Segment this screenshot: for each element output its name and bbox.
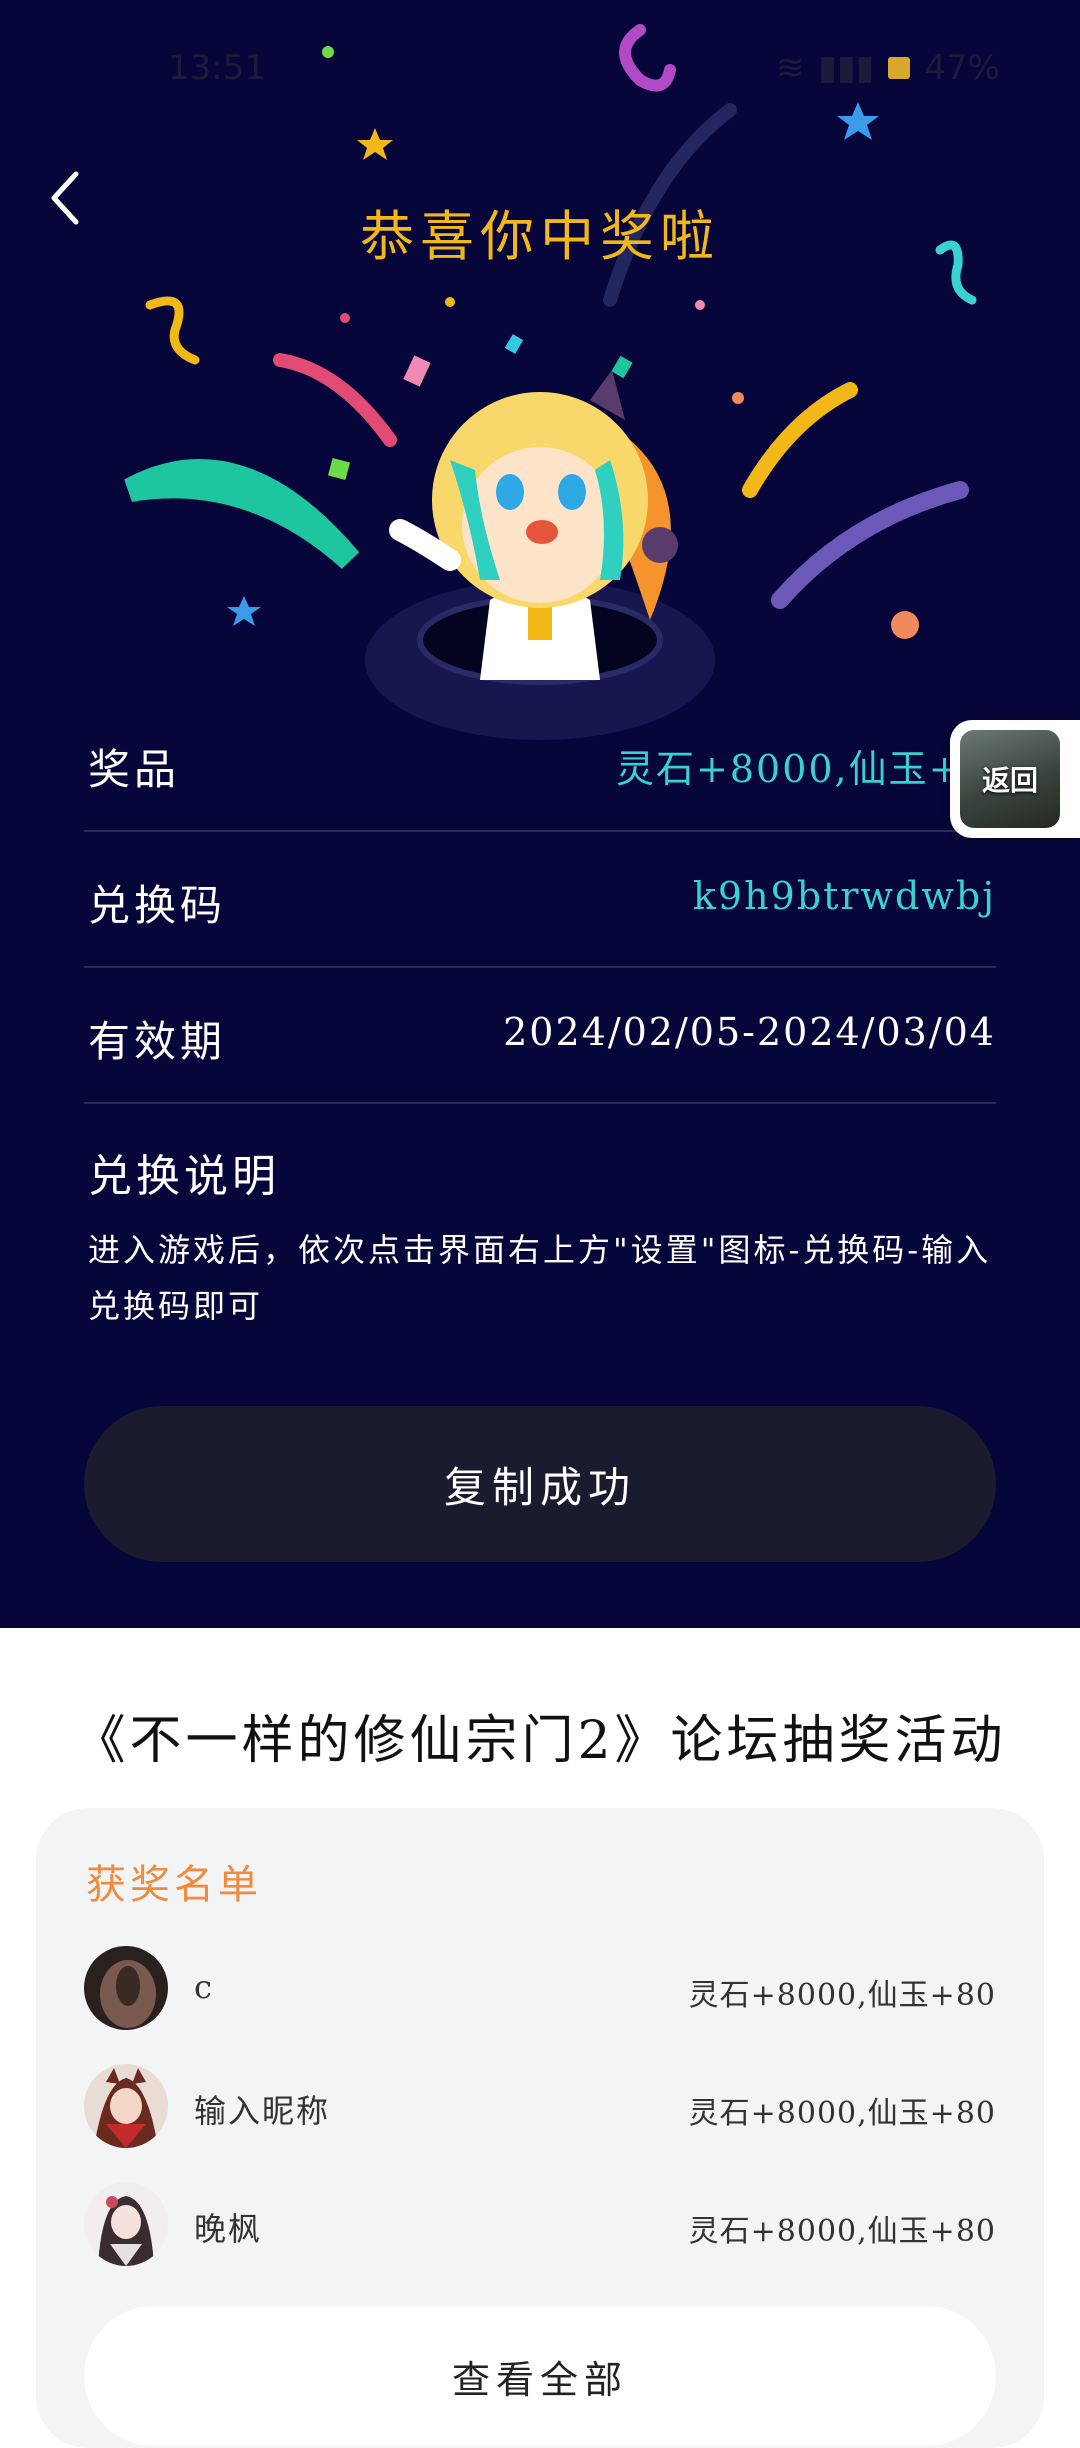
congrats-title: 恭喜你中奖啦	[360, 205, 720, 268]
floating-back-thumbnail[interactable]: 返回	[960, 730, 1060, 828]
winner-prize: 灵石+8000,仙玉+80	[688, 1978, 996, 2013]
confetti-orange	[891, 611, 919, 639]
star-yellow	[357, 128, 393, 160]
code-row: 兑换码 k9h9btrwdwbj	[84, 830, 996, 968]
avatar	[84, 1946, 168, 2030]
ribbon-pink	[273, 353, 397, 447]
star-blue	[837, 102, 879, 140]
confetti-cyan	[504, 334, 524, 354]
validity-label: 有效期	[88, 1017, 227, 1066]
mascot-eye-right	[558, 474, 586, 510]
squiggle-yellow	[145, 296, 200, 365]
prize-label: 奖品	[88, 745, 181, 794]
prize-row: 奖品 灵石+8000,仙玉+80	[84, 694, 996, 832]
celebration-illustration	[124, 24, 977, 740]
redeem-title: 兑换说明	[88, 1151, 280, 1202]
ribbon-yellow	[742, 382, 858, 498]
confetti-small-4	[695, 300, 705, 310]
winner-prize: 灵石+8000,仙玉+80	[688, 2214, 996, 2249]
avatar-image	[84, 2182, 168, 2266]
confetti-pink	[403, 355, 431, 387]
winner-item: c 灵石+8000,仙玉+80	[84, 1946, 996, 2036]
avatar	[84, 2182, 168, 2266]
winner-item: 输入昵称 灵石+8000,仙玉+80	[84, 2064, 996, 2154]
code-value[interactable]: k9h9btrwdwbj	[693, 874, 996, 918]
code-label: 兑换码	[88, 881, 227, 930]
winner-name: c	[194, 1968, 214, 2006]
winner-item: 晚枫 灵石+8000,仙玉+80	[84, 2182, 996, 2272]
avatar-image	[84, 2064, 168, 2148]
prize-panel: 13:51 ≋ ▮▮▮ 47% 恭喜你中奖啦 奖品 灵石+8000,仙玉+80 …	[0, 0, 1080, 1628]
winner-name: 输入昵称	[194, 2092, 331, 2130]
confetti-green	[327, 457, 351, 481]
event-title: 《不一样的修仙宗门2》论坛抽奖活动	[73, 1711, 1007, 1771]
mascot-mouth	[526, 520, 558, 544]
winners-title: 获奖名单	[86, 1862, 262, 1908]
prize-value: 灵石+8000,仙玉+80	[616, 747, 976, 791]
ribbon-purple	[771, 481, 969, 609]
confetti-small	[445, 297, 455, 307]
avatar	[84, 2064, 168, 2148]
ribbon-green	[124, 459, 360, 569]
validity-value: 2024/02/05-2024/03/04	[503, 1010, 996, 1054]
floating-back-button[interactable]: 返回	[950, 720, 1080, 838]
floating-back-label: 返回	[981, 764, 1038, 797]
confetti-small-3	[732, 392, 744, 404]
confetti-green-dot	[322, 46, 334, 58]
view-all-button[interactable]: 查看全部	[84, 2306, 996, 2446]
winner-prize: 灵石+8000,仙玉+80	[688, 2096, 996, 2131]
redeem-text: 进入游戏后，依次点击界面右上方"设置"图标-兑换码-输入兑换码即可	[88, 1231, 992, 1325]
confetti-teal	[611, 355, 633, 379]
copy-button[interactable]: 复制成功	[84, 1406, 996, 1562]
avatar-image	[84, 1946, 168, 2030]
winner-name: 晚枫	[194, 2210, 263, 2248]
winners-card: 获奖名单 c 灵石+8000,仙玉+80 输入昵称 灵石+8000,仙玉+80	[36, 1808, 1044, 2448]
star-blue-2	[227, 596, 261, 626]
confetti-small-2	[340, 313, 350, 323]
squiggle-purple	[619, 24, 676, 92]
mascot-eye-left	[496, 474, 524, 510]
validity-row: 有效期 2024/02/05-2024/03/04	[84, 966, 996, 1104]
mascot-hand-right	[642, 527, 678, 563]
